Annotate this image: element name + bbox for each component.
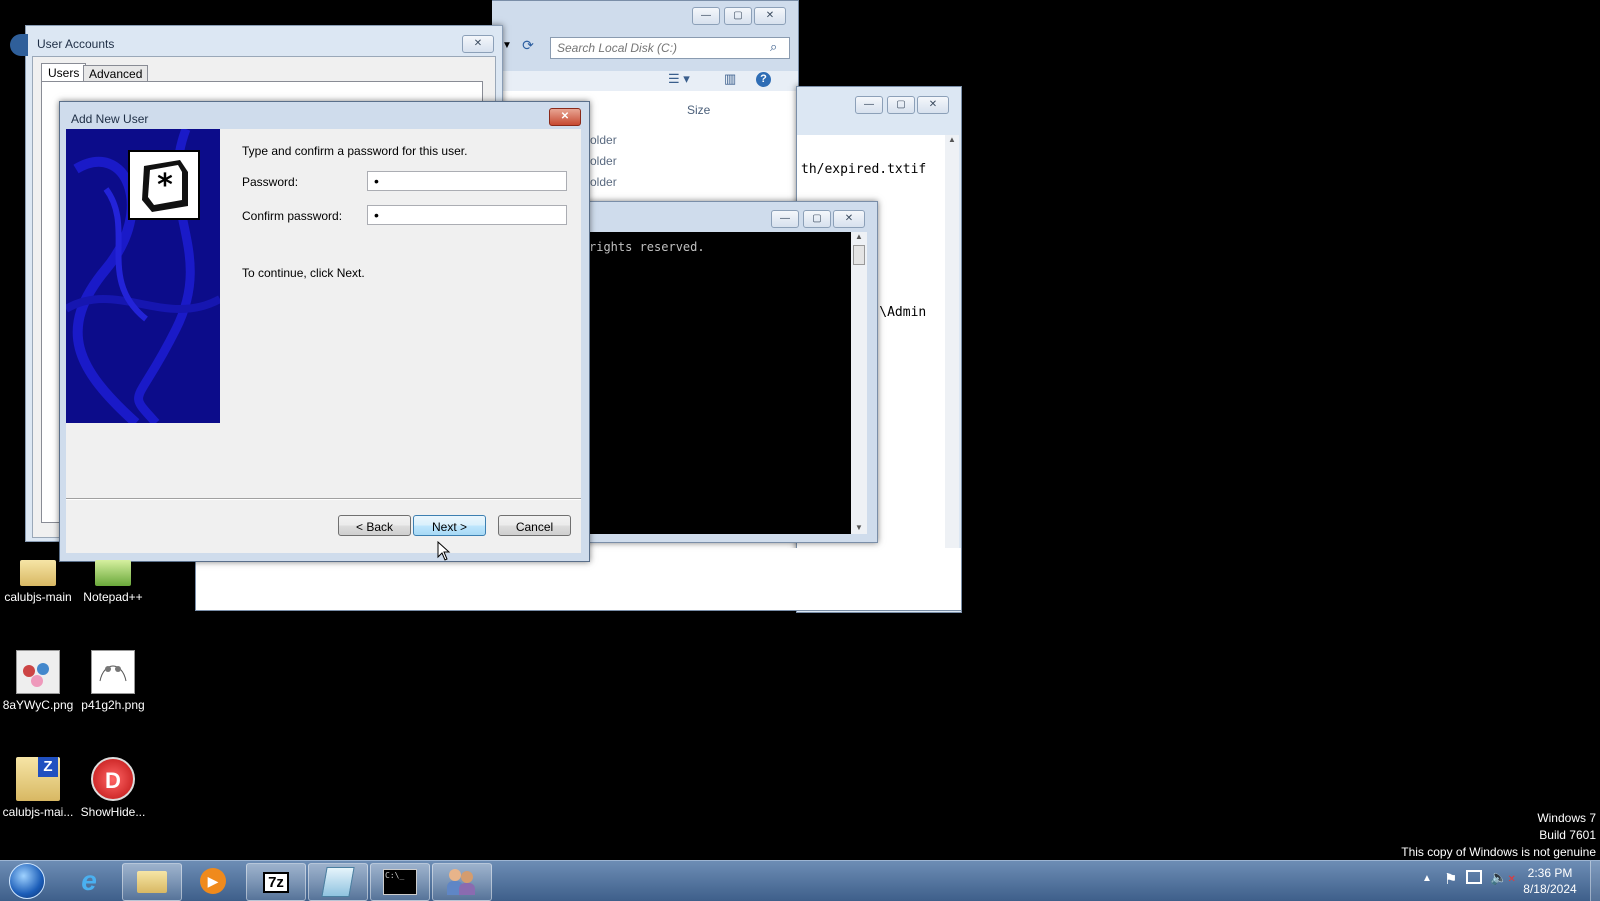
scroll-up-icon[interactable]: ▲ bbox=[851, 232, 867, 241]
user-accounts-close-button[interactable]: ✕ bbox=[462, 35, 494, 53]
cmd-close-button[interactable]: ✕ bbox=[833, 210, 865, 228]
user-accounts-icon bbox=[447, 867, 477, 897]
taskbar: e ▶ 7z C:\_ ▲ ⚑ 🔈✕ 2:36 PM 8/18/2024 bbox=[0, 860, 1600, 901]
internet-explorer-icon: e bbox=[81, 865, 97, 896]
user-accounts-title: User Accounts bbox=[37, 37, 115, 51]
action-center-flag-icon[interactable]: ⚑ bbox=[1444, 870, 1457, 888]
add-user-title: Add New User bbox=[71, 112, 149, 126]
cmd-scrollbar[interactable]: ▲ ▼ bbox=[851, 232, 867, 534]
clock-time: 2:36 PM bbox=[1527, 866, 1573, 880]
cmd-icon: C:\_ bbox=[383, 869, 417, 895]
windows-version-line: Windows 7 bbox=[1537, 811, 1596, 825]
file-row[interactable]: older bbox=[590, 154, 617, 168]
notepad-maximize-button[interactable]: ▢ bbox=[887, 96, 915, 114]
file-row[interactable]: older bbox=[590, 133, 617, 147]
continue-text: To continue, click Next. bbox=[242, 266, 365, 280]
folder-icon bbox=[20, 560, 56, 586]
show-desktop-button[interactable] bbox=[1590, 861, 1600, 901]
taskbar-cmd[interactable]: C:\_ bbox=[370, 863, 430, 901]
scroll-up-icon[interactable]: ▲ bbox=[945, 135, 959, 144]
clock[interactable]: 2:36 PM 8/18/2024 bbox=[1510, 865, 1590, 897]
button-separator bbox=[66, 498, 581, 500]
cmd-window: — ▢ ✕ rights reserved. ▲ ▼ bbox=[578, 201, 878, 543]
cmd-text: rights reserved. bbox=[589, 240, 705, 254]
confirm-password-label: Confirm password: bbox=[242, 209, 343, 223]
cancel-button[interactable]: Cancel bbox=[498, 515, 571, 536]
start-button[interactable] bbox=[2, 863, 52, 899]
file-explorer-icon bbox=[137, 871, 167, 893]
notepad-scrollbar[interactable]: ▲ ▼ bbox=[945, 135, 959, 605]
instruction-text: Type and confirm a password for this use… bbox=[242, 144, 468, 158]
help-icon[interactable]: ? bbox=[756, 72, 771, 87]
notepad-plus-plus-icon bbox=[95, 560, 131, 586]
add-user-body: * Type and confirm a password for this u… bbox=[66, 129, 581, 553]
svg-text:*: * bbox=[157, 168, 173, 203]
mouse-cursor-icon bbox=[437, 541, 451, 561]
view-options-icon[interactable]: ☰ ▾ bbox=[668, 71, 690, 87]
confirm-password-field[interactable] bbox=[367, 205, 567, 225]
notepad-line: th/expired.txtif bbox=[801, 162, 927, 177]
cmd-minimize-button[interactable]: — bbox=[771, 210, 799, 228]
show-hidden-icons-button[interactable]: ▲ bbox=[1422, 873, 1432, 884]
showhide-app-icon: D bbox=[91, 757, 135, 801]
desktop-icon-8aywyc[interactable]: 8aYWyC.png bbox=[0, 650, 76, 712]
explorer-toolbar: ☰ ▾ ▥ ? bbox=[492, 71, 798, 91]
notepad-icon bbox=[321, 867, 355, 897]
notepad-close-button[interactable]: ✕ bbox=[917, 96, 949, 114]
desktop-icon-calubjs-zip[interactable]: Z calubjs-mai... bbox=[0, 757, 76, 819]
explorer-caption: — ▢ ✕ ▼ ⟳ ⌕ bbox=[492, 1, 798, 71]
tab-advanced[interactable]: Advanced bbox=[83, 65, 149, 82]
scroll-thumb[interactable] bbox=[853, 245, 865, 265]
media-player-icon: ▶ bbox=[200, 868, 226, 894]
preview-pane-icon[interactable]: ▥ bbox=[724, 71, 736, 87]
genuine-warning-line: This copy of Windows is not genuine bbox=[1401, 845, 1596, 859]
explorer-close-button[interactable]: ✕ bbox=[754, 7, 786, 25]
explorer-minimize-button[interactable]: — bbox=[692, 7, 720, 25]
add-user-dialog: Add New User ✕ * Type and confirm a pass… bbox=[59, 101, 590, 562]
desktop-icon-notepad-plus-plus[interactable]: Notepad++ bbox=[75, 560, 151, 604]
column-header-size[interactable]: Size bbox=[687, 103, 710, 117]
password-field[interactable] bbox=[367, 171, 567, 191]
image-file-icon bbox=[16, 650, 60, 694]
taskbar-notepad[interactable] bbox=[308, 863, 368, 901]
notepad-minimize-button[interactable]: — bbox=[855, 96, 883, 114]
refresh-icon[interactable]: ⟳ bbox=[518, 37, 538, 57]
taskbar-file-explorer[interactable] bbox=[122, 863, 182, 901]
explorer-maximize-button[interactable]: ▢ bbox=[724, 7, 752, 25]
cmd-console-output[interactable]: rights reserved. bbox=[579, 232, 851, 534]
taskbar-media-player[interactable]: ▶ bbox=[184, 863, 242, 899]
cmd-maximize-button[interactable]: ▢ bbox=[803, 210, 831, 228]
7zip-icon: 7z bbox=[263, 871, 289, 893]
add-user-close-button[interactable]: ✕ bbox=[549, 108, 581, 126]
start-orb-icon bbox=[9, 863, 45, 899]
desktop-icon-showhide[interactable]: D ShowHide... bbox=[75, 757, 151, 819]
desktop-icon-calubjs-main[interactable]: calubjs-main bbox=[0, 560, 76, 604]
password-label: Password: bbox=[242, 175, 299, 189]
taskbar-user-accounts[interactable] bbox=[432, 863, 492, 901]
wizard-banner-image: * bbox=[66, 129, 220, 423]
taskbar-internet-explorer[interactable]: e bbox=[60, 863, 118, 899]
next-button[interactable]: Next > bbox=[413, 515, 486, 536]
image-file-icon bbox=[91, 650, 135, 694]
clock-date: 8/18/2024 bbox=[1523, 882, 1577, 896]
password-key-icon: * bbox=[128, 150, 200, 220]
file-row[interactable]: older bbox=[590, 175, 617, 189]
address-dropdown-icon[interactable]: ▼ bbox=[502, 40, 512, 51]
taskbar-7zip[interactable]: 7z bbox=[246, 863, 306, 901]
back-button[interactable]: < Back bbox=[338, 515, 411, 536]
tab-users[interactable]: Users bbox=[41, 63, 87, 82]
explorer-search-input[interactable] bbox=[550, 37, 790, 59]
search-icon[interactable]: ⌕ bbox=[770, 39, 777, 55]
windows-build-line: Build 7601 bbox=[1539, 828, 1596, 842]
scroll-down-icon[interactable]: ▼ bbox=[851, 523, 867, 532]
network-icon[interactable] bbox=[1466, 870, 1482, 884]
desktop-icon-p41g2h[interactable]: p41g2h.png bbox=[75, 650, 151, 712]
zip-folder-icon: Z bbox=[16, 757, 60, 801]
back-arrow-icon[interactable] bbox=[10, 34, 28, 56]
